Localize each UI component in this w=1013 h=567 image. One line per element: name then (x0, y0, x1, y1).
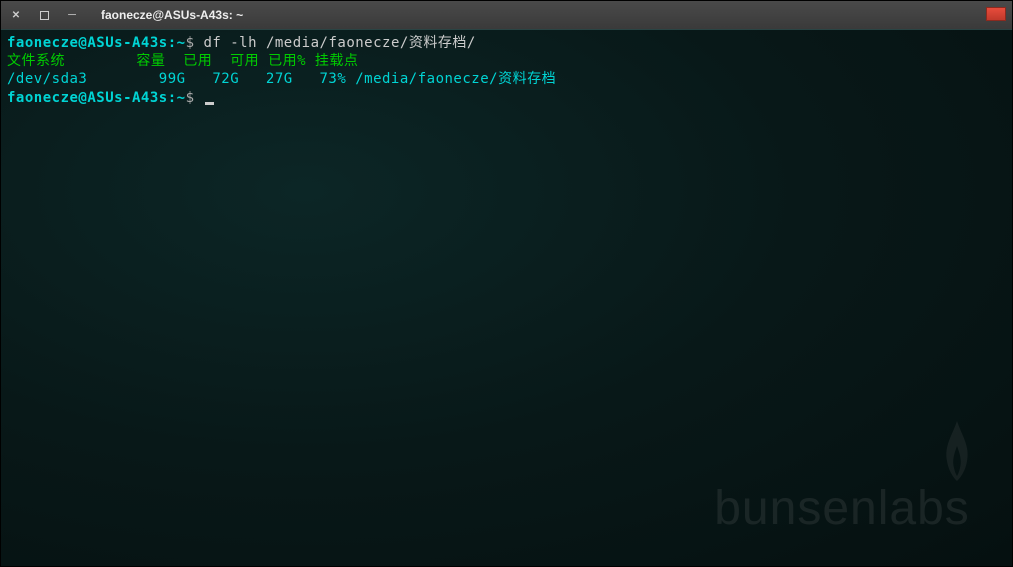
bunsenlabs-watermark: bunsenlabs (702, 416, 982, 536)
prompt-line-1: faonecze@ASUs-A43s:~$ df -lh /media/faon… (7, 34, 1006, 52)
cursor (205, 102, 214, 105)
output-header: 文件系统 容量 已用 可用 已用% 挂载点 (7, 52, 1006, 70)
flame-icon (932, 416, 982, 486)
close-button-red[interactable] (986, 7, 1006, 21)
terminal-window: faonecze@ASUs-A43s: ~ faonecze@ASUs-A43s… (0, 0, 1013, 567)
maximize-icon[interactable] (37, 8, 51, 22)
close-icon[interactable] (9, 8, 23, 22)
prompt-user-host: faonecze@ASUs-A43s (7, 35, 168, 51)
window-title: faonecze@ASUs-A43s: ~ (101, 8, 243, 22)
prompt-path: ~ (177, 35, 186, 51)
output-data-row: /dev/sda3 99G 72G 27G 73% /media/faonecz… (7, 70, 1006, 88)
watermark-text: bunsenlabs (714, 481, 970, 536)
minimize-icon[interactable] (65, 8, 79, 22)
prompt-line-2: faonecze@ASUs-A43s:~$ (7, 89, 1006, 107)
window-controls-left (9, 8, 79, 22)
terminal-body[interactable]: faonecze@ASUs-A43s:~$ df -lh /media/faon… (1, 29, 1012, 566)
window-titlebar[interactable]: faonecze@ASUs-A43s: ~ (1, 1, 1012, 29)
command-text: df -lh /media/faonecze/资料存档/ (203, 35, 475, 51)
